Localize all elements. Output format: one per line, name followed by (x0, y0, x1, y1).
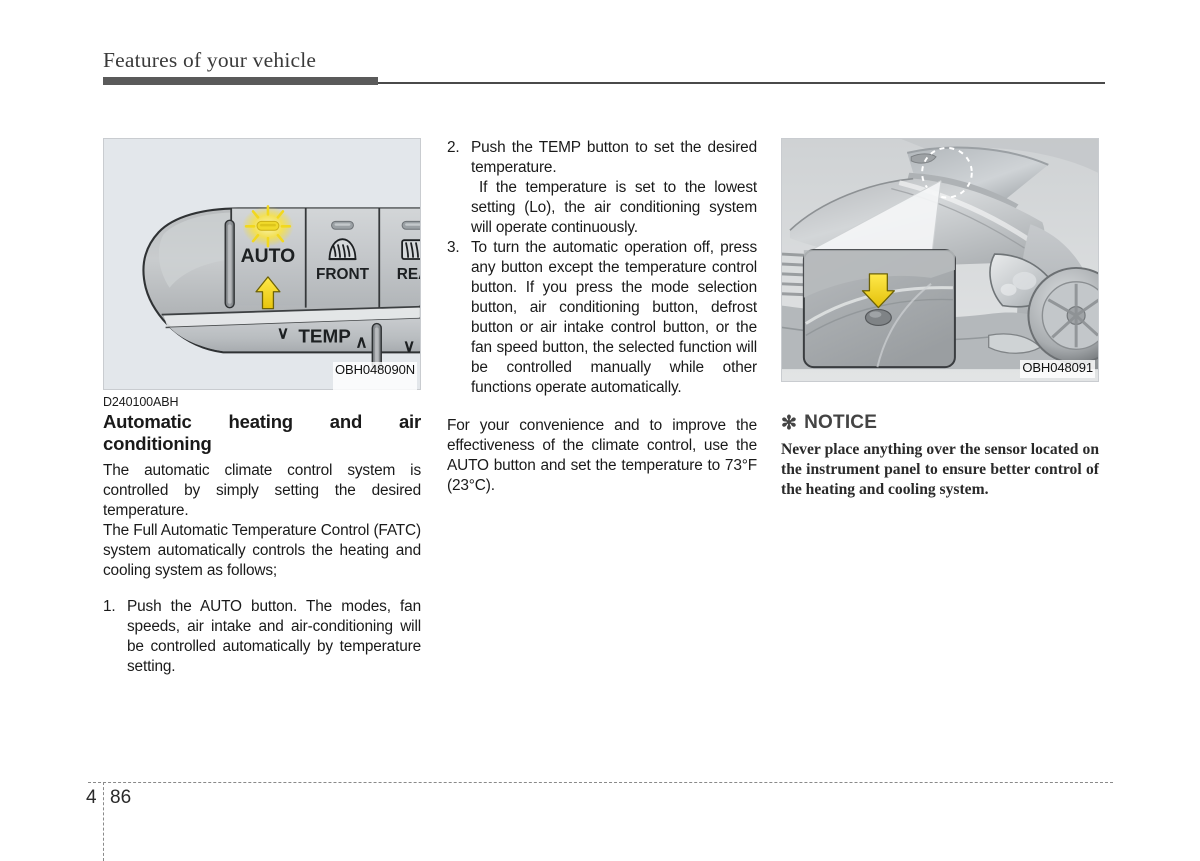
sensor-callout-box (802, 249, 956, 369)
climate-rear-label: REA (397, 266, 420, 283)
vehicle-front-illustration (782, 139, 1098, 381)
notice-star-icon: ✻ (781, 412, 798, 434)
footer-rule (88, 782, 1113, 783)
middle-column: 2. Push the TEMP button to set the desir… (447, 138, 757, 496)
figure-vehicle-sensor: OBH048091 (781, 138, 1099, 382)
middle-numbered-list: 2. Push the TEMP button to set the desir… (447, 138, 757, 398)
list-item-2-text: Push the TEMP button to set the desired … (471, 139, 757, 177)
figure-code-left: OBH048090N (333, 362, 417, 405)
middle-closing-paragraph: For your convenience and to improve the … (447, 417, 757, 495)
figure-code-right: OBH048091 (1020, 360, 1095, 378)
notice-body-text: Never place anything over the sensor loc… (781, 441, 1099, 498)
climate-control-illustration: AUTO FRONT RE ∨ TEMP ∧ ∨ (104, 139, 420, 389)
climate-temp-down-chevron: ∨ (277, 323, 289, 342)
list-item-1-text: Push the AUTO button. The modes, fan spe… (127, 598, 421, 676)
list-item-2-number: 2. (447, 139, 460, 156)
notice-heading: ✻ NOTICE (781, 412, 1099, 434)
left-paragraph-2: The Full Automatic Temperature Control (… (103, 522, 421, 580)
figure-climate-control: AUTO FRONT RE ∨ TEMP ∧ ∨ OBH048090N D240… (103, 138, 421, 409)
left-column: AUTO FRONT RE ∨ TEMP ∧ ∨ OBH048090N D240… (103, 138, 421, 677)
vehicle-front-image (781, 138, 1099, 382)
list-item-3-text: To turn the automatic operation off, pre… (471, 239, 757, 397)
page-title: Features of your vehicle (103, 48, 317, 72)
footer-page-number: 86 (110, 787, 132, 808)
footer-vertical-rule (103, 782, 104, 861)
section-heading-automatic-hvac: Automatic heating and air conditioning (103, 411, 421, 454)
climate-right-chevron: ∨ (403, 336, 415, 355)
right-column: OBH048091 ✻ NOTICE Never place anything … (781, 138, 1099, 500)
list-item-1-number: 1. (103, 598, 116, 616)
footer-chapter-number: 4 (86, 787, 97, 808)
header-rule-thin (378, 82, 1105, 84)
list-item-2-subtext: If the temperature is set to the lowest … (471, 179, 757, 237)
climate-auto-label: AUTO (241, 245, 296, 267)
page-header: Features of your vehicle (103, 48, 1105, 88)
notice-block: ✻ NOTICE Never place anything over the s… (781, 412, 1099, 500)
climate-temp-up-chevron: ∧ (355, 332, 367, 351)
list-item-1: 1. Push the AUTO button. The modes, fan … (103, 597, 421, 677)
notice-title-text: NOTICE (804, 412, 878, 433)
list-item-2: 2. Push the TEMP button to set the desir… (447, 138, 757, 238)
climate-control-panel-image: AUTO FRONT RE ∨ TEMP ∧ ∨ (103, 138, 421, 390)
list-item-3-number: 3. (447, 239, 460, 257)
header-rule-thick (103, 77, 378, 85)
left-numbered-list: 1. Push the AUTO button. The modes, fan … (103, 597, 421, 677)
middle-paragraph-spacer (447, 398, 757, 416)
climate-temp-label: TEMP (298, 325, 350, 346)
climate-front-label: FRONT (316, 266, 370, 283)
list-item-3: 3. To turn the automatic operation off, … (447, 238, 757, 398)
left-paragraph-1: The automatic climate control system is … (103, 462, 421, 520)
